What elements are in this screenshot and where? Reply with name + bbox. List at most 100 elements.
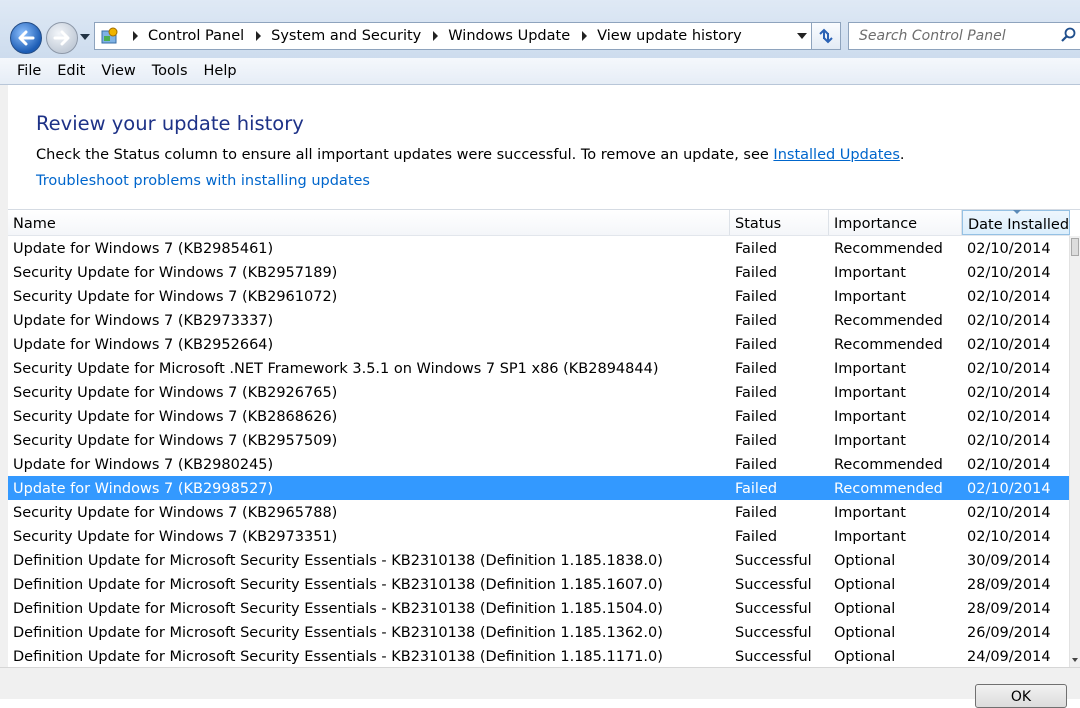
table-row[interactable]: Definition Update for Microsoft Security… — [8, 620, 1070, 644]
navigation-bar: Control Panel System and Security Window… — [0, 0, 1080, 58]
cell-status: Failed — [735, 409, 778, 425]
cell-name: Update for Windows 7 (KB2973337) — [13, 313, 274, 329]
cell-date-installed: 02/10/2014 — [967, 313, 1051, 329]
cell-name: Security Update for Windows 7 (KB2957189… — [13, 265, 338, 281]
breadcrumb-separator-icon[interactable] — [256, 31, 262, 41]
breadcrumb-separator-icon[interactable] — [433, 31, 439, 41]
search-input[interactable] — [857, 27, 1061, 45]
installed-updates-link[interactable]: Installed Updates — [773, 147, 899, 163]
cell-date-installed: 02/10/2014 — [967, 481, 1051, 497]
cell-status: Failed — [735, 481, 778, 497]
search-box[interactable] — [848, 22, 1080, 50]
footer-bar: OK — [0, 667, 1080, 708]
breadcrumb-view-update-history[interactable]: View update history — [597, 28, 742, 44]
cell-status: Failed — [735, 529, 778, 545]
menu-help[interactable]: Help — [196, 63, 245, 79]
cell-date-installed: 26/09/2014 — [967, 625, 1051, 641]
table-row[interactable]: Security Update for Windows 7 (KB2965788… — [8, 500, 1070, 524]
menu-tools[interactable]: Tools — [144, 63, 196, 79]
page-title: Review your update history — [36, 112, 304, 135]
cell-importance: Optional — [834, 577, 896, 593]
sort-indicator-icon — [1013, 210, 1021, 214]
table-row[interactable]: Update for Windows 7 (KB2973337) Failed Re… — [8, 308, 1070, 332]
ok-button[interactable]: OK — [975, 684, 1067, 708]
cell-status: Successful — [735, 553, 812, 569]
cell-status: Failed — [735, 241, 778, 257]
cell-date-installed: 02/10/2014 — [967, 457, 1051, 473]
table-row[interactable]: Security Update for Windows 7 (KB2868626… — [8, 404, 1070, 428]
menu-edit[interactable]: Edit — [49, 63, 93, 79]
scrollbar-thumb[interactable] — [1071, 238, 1079, 256]
cell-name: Security Update for Windows 7 (KB2973351… — [13, 529, 338, 545]
table-row[interactable]: Update for Windows 7 (KB2952664) Failed Re… — [8, 332, 1070, 356]
cell-name: Definition Update for Microsoft Security… — [13, 649, 663, 665]
table-row[interactable]: Definition Update for Microsoft Security… — [8, 596, 1070, 620]
cell-importance: Important — [834, 409, 906, 425]
table-row[interactable]: Security Update for Windows 7 (KB2961072… — [8, 284, 1070, 308]
cell-importance: Optional — [834, 649, 896, 665]
cell-status: Successful — [735, 577, 812, 593]
cell-name: Security Update for Microsoft .NET Frame… — [13, 361, 659, 377]
vertical-scrollbar[interactable] — [1069, 236, 1080, 668]
table-row[interactable]: Security Update for Windows 7 (KB2957509… — [8, 428, 1070, 452]
cell-importance: Optional — [834, 553, 896, 569]
menu-file[interactable]: File — [9, 63, 49, 79]
address-bar[interactable]: Control Panel System and Security Window… — [94, 22, 812, 50]
cell-name: Definition Update for Microsoft Security… — [13, 625, 663, 641]
cell-date-installed: 02/10/2014 — [967, 289, 1051, 305]
address-dropdown-icon[interactable] — [793, 24, 811, 48]
table-row[interactable]: Update for Windows 7 (KB2998527) Failed Re… — [8, 476, 1070, 500]
table-row[interactable]: Security Update for Windows 7 (KB2957189… — [8, 260, 1070, 284]
column-header-status[interactable]: Status — [730, 210, 829, 235]
table-row[interactable]: Update for Windows 7 (KB2985461) Failed Re… — [8, 236, 1070, 260]
cell-name: Security Update for Windows 7 (KB2868626… — [13, 409, 338, 425]
cell-name: Update for Windows 7 (KB2980245) — [13, 457, 274, 473]
column-header-name[interactable]: Name — [8, 210, 730, 235]
cell-date-installed: 02/10/2014 — [967, 337, 1051, 353]
cell-name: Update for Windows 7 (KB2952664) — [13, 337, 274, 353]
cell-status: Failed — [735, 457, 778, 473]
breadcrumb-control-panel[interactable]: Control Panel — [148, 28, 244, 44]
menu-bar: File Edit View Tools Help — [0, 58, 1080, 85]
forward-button[interactable] — [46, 22, 78, 54]
menu-view[interactable]: View — [93, 63, 143, 79]
cell-date-installed: 02/10/2014 — [967, 433, 1051, 449]
column-header-importance[interactable]: Importance — [829, 210, 962, 235]
page-description: Check the Status column to ensure all im… — [36, 147, 904, 163]
cell-name: Definition Update for Microsoft Security… — [13, 601, 663, 617]
table-row[interactable]: Definition Update for Microsoft Security… — [8, 548, 1070, 572]
refresh-button[interactable] — [812, 22, 841, 50]
table-row[interactable]: Update for Windows 7 (KB2980245) Failed Re… — [8, 452, 1070, 476]
list-rows: Update for Windows 7 (KB2985461) Failed Re… — [8, 236, 1070, 668]
cell-date-installed: 28/09/2014 — [967, 601, 1051, 617]
table-row[interactable]: Definition Update for Microsoft Security… — [8, 572, 1070, 596]
cell-date-installed: 24/09/2014 — [967, 649, 1051, 665]
table-row[interactable]: Security Update for Windows 7 (KB2926765… — [8, 380, 1070, 404]
cell-status: Successful — [735, 649, 812, 665]
column-header-date-installed[interactable]: Date Installed — [962, 210, 1070, 235]
cell-name: Security Update for Windows 7 (KB2926765… — [13, 385, 338, 401]
breadcrumb-windows-update[interactable]: Windows Update — [448, 28, 570, 44]
troubleshoot-link[interactable]: Troubleshoot problems with installing up… — [36, 173, 370, 189]
back-button[interactable] — [10, 22, 42, 54]
table-row[interactable]: Definition Update for Microsoft Security… — [8, 644, 1070, 668]
table-row[interactable]: Security Update for Microsoft .NET Frame… — [8, 356, 1070, 380]
table-row[interactable]: Security Update for Windows 7 (KB2973351… — [8, 524, 1070, 548]
breadcrumb: Control Panel System and Security Window… — [148, 28, 793, 44]
cell-importance: Important — [834, 265, 906, 281]
breadcrumb-separator-icon[interactable] — [582, 31, 588, 41]
description-text: Check the Status column to ensure all im… — [36, 147, 774, 163]
cell-name: Security Update for Windows 7 (KB2961072… — [13, 289, 338, 305]
cell-importance: Important — [834, 433, 906, 449]
search-icon[interactable] — [1061, 27, 1077, 43]
cell-importance: Recommended — [834, 457, 943, 473]
cell-name: Update for Windows 7 (KB2985461) — [13, 241, 274, 257]
scroll-down-arrow-icon[interactable] — [1072, 658, 1078, 662]
breadcrumb-separator-icon[interactable] — [133, 31, 138, 41]
cell-status: Failed — [735, 313, 778, 329]
cell-name: Definition Update for Microsoft Security… — [13, 553, 663, 569]
cell-status: Failed — [735, 505, 778, 521]
breadcrumb-system-and-security[interactable]: System and Security — [271, 28, 421, 44]
cell-name: Security Update for Windows 7 (KB2965788… — [13, 505, 338, 521]
recent-pages-dropdown-icon[interactable] — [80, 34, 90, 40]
